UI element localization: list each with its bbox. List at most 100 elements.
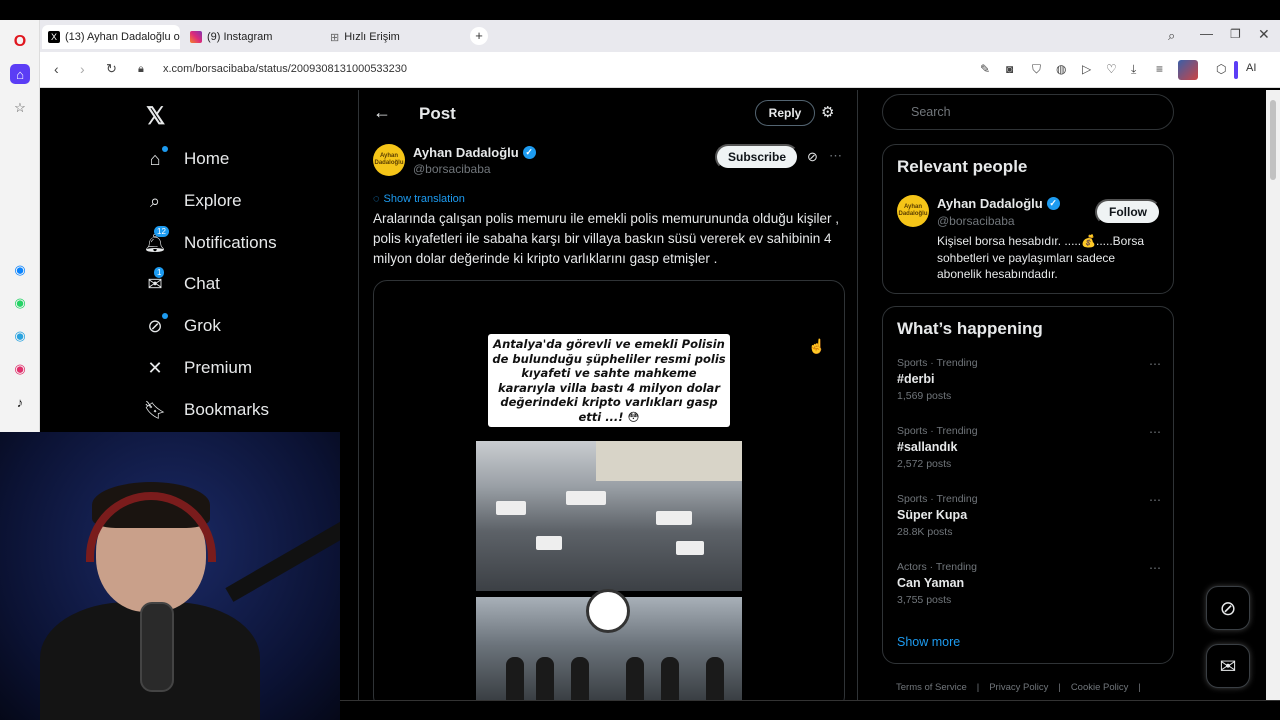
relevant-people-title: Relevant people	[897, 157, 1028, 176]
webcam-overlay	[0, 432, 340, 720]
page-title: Post	[419, 104, 456, 123]
author-avatar[interactable]: Ayhan Dadaloğlu	[373, 144, 405, 176]
new-tab-button[interactable]: +	[470, 27, 488, 45]
nav-label: Premium	[184, 358, 253, 377]
show-more-link[interactable]: Show more	[897, 635, 960, 649]
parking-lot-photo	[476, 441, 742, 591]
trend-item[interactable]: Sports · Trending #sallandık 2,572 posts…	[897, 425, 1161, 470]
nav-item-premium[interactable]: ✕ Premium	[144, 357, 252, 379]
page-scrollbar[interactable]	[1266, 90, 1280, 700]
whats-happening-title: What’s happening	[897, 319, 1043, 338]
nav-item-chat[interactable]: ✉ 1 Chat	[144, 267, 220, 295]
x-logo-icon[interactable]: 𝕏	[146, 102, 165, 131]
profile-avatar[interactable]	[1178, 60, 1198, 80]
verified-badge-icon: ✓	[522, 146, 536, 159]
more-icon[interactable]: ⋯	[1149, 493, 1161, 507]
url-field[interactable]: x.com/borsacibaba/status/200930813100053…	[163, 63, 407, 75]
cookie-link[interactable]: Cookie Policy	[1071, 682, 1129, 693]
privacy-link[interactable]: Privacy Policy	[989, 682, 1048, 693]
police-officers-photo	[476, 589, 742, 700]
person-name[interactable]: Ayhan Dadaloğlu ✓	[937, 196, 1060, 211]
bottom-bar	[340, 700, 1280, 720]
relevant-people-panel: Relevant people Ayhan Dadaloğlu Ayhan Da…	[882, 144, 1174, 294]
x-favicon-icon: X	[48, 31, 60, 43]
back-icon[interactable]: ‹	[54, 61, 59, 77]
person-handle[interactable]: @borsacibaba	[937, 214, 1015, 228]
nav-label: Notifications	[184, 233, 277, 252]
home-icon: ⌂	[144, 146, 168, 170]
author-name[interactable]: Ayhan Dadaloğlu ✓	[413, 145, 536, 160]
show-translation-link[interactable]: ◌ Show translation	[373, 193, 465, 205]
close-window-icon[interactable]: ✕	[1258, 26, 1270, 43]
download-icon[interactable]: ⤓	[1131, 62, 1136, 77]
ai-button[interactable]: AI	[1246, 62, 1256, 74]
menu-icon[interactable]: ≡	[1156, 62, 1163, 76]
star-icon[interactable]: ☆	[10, 98, 30, 118]
nav-item-notifications[interactable]: 🔔︎ 12 Notifications	[144, 226, 277, 254]
tiktok-icon[interactable]: ♪	[10, 392, 30, 412]
instagram-favicon-icon	[190, 31, 202, 43]
restore-icon[interactable]: ❐	[1230, 27, 1241, 41]
vpn-icon[interactable]: ◍	[1056, 62, 1066, 76]
edit-icon[interactable]: ✎	[980, 62, 990, 76]
terms-link[interactable]: Terms of Service	[896, 682, 967, 693]
nav-item-bookmarks[interactable]: 🔖︎ Bookmarks	[144, 399, 269, 421]
author-handle[interactable]: @borsacibaba	[413, 162, 491, 176]
lock-icon: 🔒︎	[138, 63, 144, 75]
grid-icon: ⊞	[330, 31, 340, 44]
instagram-icon[interactable]: ◉	[10, 359, 30, 379]
tab-label: (13) Ayhan Dadaloğlu on	[65, 31, 180, 43]
verified-badge-icon: ✓	[1046, 197, 1060, 210]
more-icon[interactable]: ⋯	[1149, 425, 1161, 439]
nav-label: Chat	[184, 274, 220, 293]
trend-item[interactable]: Sports · Trending #derbi 1,569 posts ⋯	[897, 357, 1161, 402]
tab-speed-dial[interactable]: ⊞ Hızlı Erişim	[324, 25, 462, 49]
mail-icon: ✉ 1	[147, 267, 165, 294]
reload-icon[interactable]: ↻	[106, 61, 117, 77]
heart-icon[interactable]: ♡	[1106, 62, 1117, 76]
minimize-icon[interactable]: —	[1200, 26, 1213, 41]
back-arrow-icon[interactable]: ←	[373, 102, 391, 123]
more-icon[interactable]: ⋯	[1149, 357, 1161, 371]
tab-instagram[interactable]: (9) Instagram	[184, 25, 322, 49]
telegram-icon[interactable]: ◉	[10, 326, 30, 346]
image-caption: Antalya'da görevli ve emekli Polisin de …	[488, 334, 730, 427]
scrollbar-thumb[interactable]	[1270, 100, 1276, 180]
opera-logo-icon[interactable]: O	[10, 32, 30, 52]
search-input[interactable]: Search	[882, 94, 1174, 130]
cube-icon[interactable]: ⬡	[1216, 62, 1226, 76]
notification-badge: 12	[154, 226, 169, 237]
reply-button[interactable]: Reply	[755, 100, 815, 126]
footer-links: Terms of Service | Privacy Policy | Cookie…	[896, 682, 1141, 693]
play-icon[interactable]: ▷	[1082, 62, 1091, 76]
messages-fab-button[interactable]: ✉	[1206, 644, 1250, 688]
trend-item[interactable]: Actors · Trending Can Yaman 3,755 posts …	[897, 561, 1161, 606]
person-bio: Kişisel borsa hesabıdır. .....💰.....Bors…	[937, 234, 1145, 281]
whatsapp-icon[interactable]: ◉	[10, 293, 30, 313]
shield-icon[interactable]: ⛉	[1032, 62, 1041, 77]
top-black-bar	[0, 0, 1280, 20]
subscribe-button[interactable]: Subscribe	[715, 144, 799, 170]
tune-icon[interactable]: ⚙	[821, 103, 834, 121]
tab-label: (9) Instagram	[207, 31, 273, 43]
grok-icon[interactable]: ⊘	[807, 149, 818, 165]
messenger-icon[interactable]: ◉	[10, 260, 30, 280]
trend-item[interactable]: Sports · Trending Süper Kupa 28.8K posts…	[897, 493, 1161, 538]
forward-icon[interactable]: ›	[80, 61, 85, 77]
post-text: Aralarında çalışan polis memuru ile emek…	[373, 211, 839, 266]
post-media[interactable]: Antalya'da görevli ve emekli Polisin de …	[373, 280, 845, 700]
tab-search-icon[interactable]: ⌕	[1168, 28, 1175, 44]
nav-item-explore[interactable]: ⌕ Explore	[144, 190, 242, 212]
nav-item-grok[interactable]: ⊘ Grok	[144, 313, 221, 337]
more-icon[interactable]: ⋯	[829, 148, 842, 164]
follow-button[interactable]: Follow	[1095, 199, 1161, 225]
home-icon[interactable]: ⌂	[10, 64, 30, 84]
nav-item-home[interactable]: ⌂ Home	[144, 146, 229, 170]
more-icon[interactable]: ⋯	[1149, 561, 1161, 575]
tab-x-post[interactable]: X (13) Ayhan Dadaloğlu on	[42, 25, 180, 49]
person-avatar[interactable]: Ayhan Dadaloğlu	[897, 195, 929, 227]
chat-badge: 1	[154, 267, 165, 278]
camera-icon[interactable]: ◙	[1006, 62, 1013, 76]
nav-label: Explore	[184, 191, 242, 210]
grok-fab-button[interactable]: ⊘	[1206, 586, 1250, 630]
